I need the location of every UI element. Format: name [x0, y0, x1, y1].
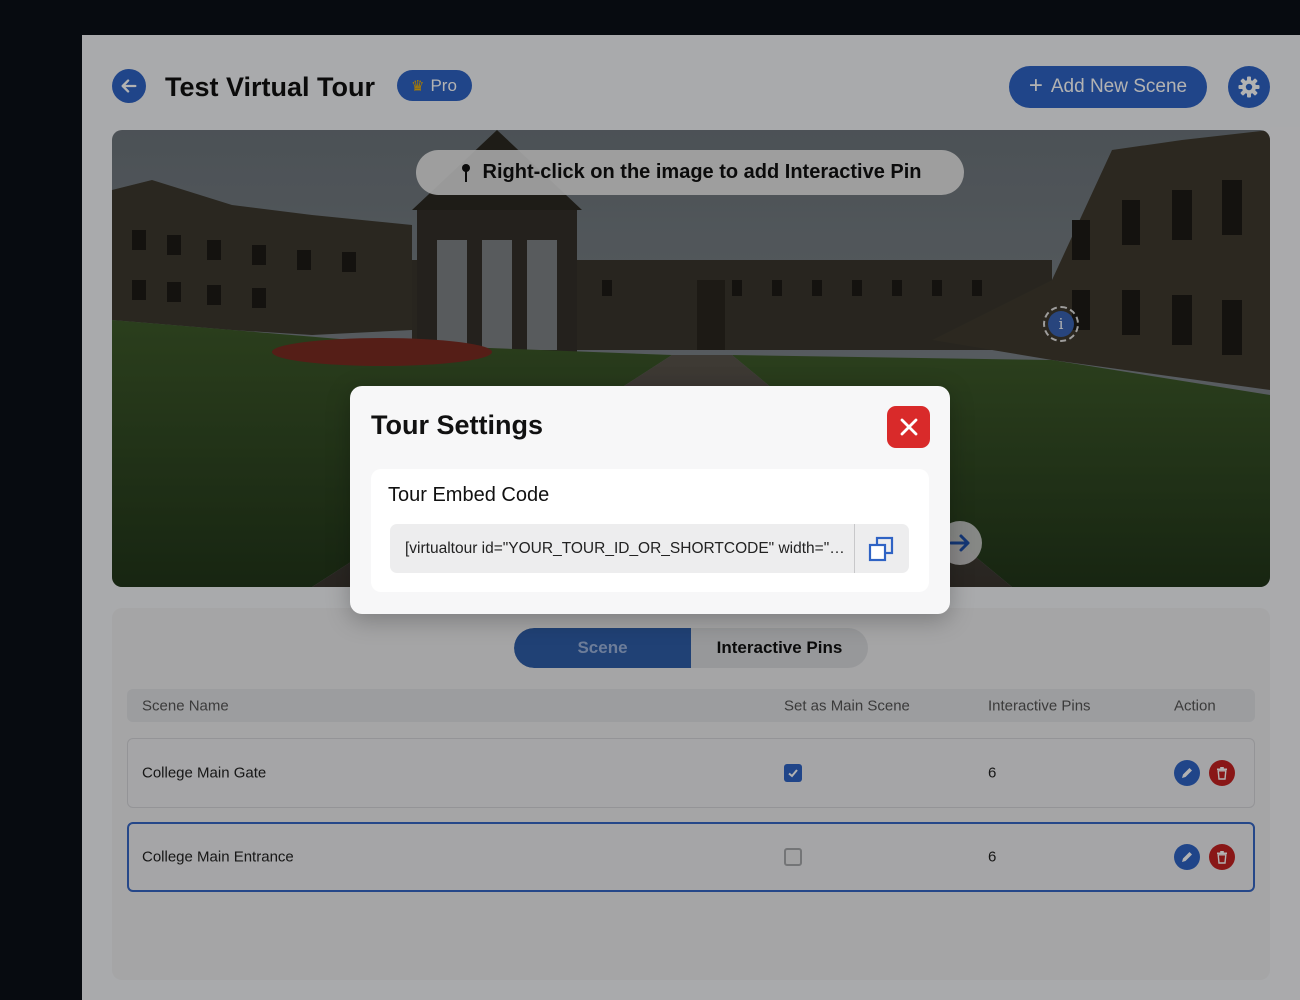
tour-settings-modal: Tour Settings Tour Embed Code [virtualto…: [350, 386, 950, 614]
close-button[interactable]: [887, 406, 930, 448]
embed-code-field[interactable]: [virtualtour id="YOUR_TOUR_ID_OR_SHORTCO…: [390, 524, 909, 573]
copy-button[interactable]: [864, 532, 898, 566]
embed-code-label: Tour Embed Code: [388, 484, 550, 506]
modal-title: Tour Settings: [371, 410, 543, 440]
embed-code-card: Tour Embed Code [virtualtour id="YOUR_TO…: [371, 469, 929, 592]
embed-code-text[interactable]: [virtualtour id="YOUR_TOUR_ID_OR_SHORTCO…: [405, 524, 850, 573]
close-icon: [900, 418, 917, 436]
divider: [854, 524, 855, 573]
copy-icon: [868, 536, 894, 562]
